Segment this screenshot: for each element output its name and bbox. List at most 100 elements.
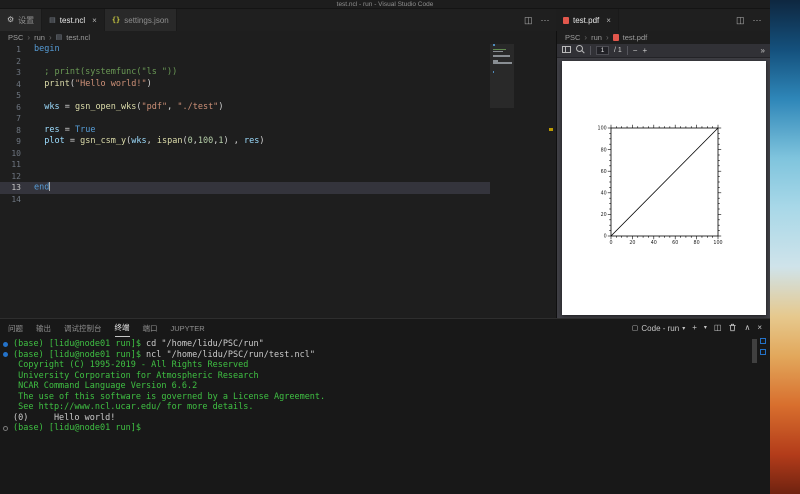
search-button[interactable] [576, 45, 585, 56]
code-editor[interactable]: 1 2 3 4 5 6 7 8 9 10 11 12 13 14 begin ; print(system… [0, 44, 556, 318]
line-number[interactable]: 12 [0, 171, 28, 183]
more-actions-icon[interactable]: ⋯ [753, 15, 762, 25]
code-line-12[interactable] [34, 171, 264, 183]
split-editor-icon[interactable]: ◫ [524, 15, 533, 25]
panel-tab-debug-console[interactable]: 调试控制台 [64, 320, 102, 337]
editor-group-actions: ◫ ⋯ [524, 9, 550, 31]
code-line-4[interactable]: print("Hello world!") [34, 79, 264, 91]
toolbar-overflow-button[interactable]: » [761, 46, 765, 55]
terminal-output[interactable]: (base) [lidu@node01 run]$ cd "/home/lidu… [0, 337, 770, 494]
breadcrumb-item-run[interactable]: run [591, 33, 602, 42]
panel-tab-problems[interactable]: 问题 [8, 320, 23, 337]
line-number[interactable]: 11 [0, 159, 28, 171]
panel-tab-terminal[interactable]: 终端 [114, 320, 130, 337]
code-token: , [167, 101, 178, 112]
sidebar-toggle-button[interactable] [562, 46, 571, 55]
json-icon: {} [111, 15, 121, 24]
code-line-5[interactable] [34, 90, 264, 102]
code-line-11[interactable] [34, 159, 264, 171]
code-token: 100 [197, 136, 214, 146]
code-token: , [146, 136, 157, 146]
line-number[interactable]: 8 [0, 125, 28, 137]
command-decoration-icon[interactable] [3, 341, 8, 347]
panel-tab-output[interactable]: 输出 [36, 320, 51, 337]
breadcrumb-item-test-pdf[interactable]: test.pdf [623, 33, 648, 42]
line-number[interactable]: 7 [0, 113, 28, 125]
line-number[interactable]: 3 [0, 67, 28, 79]
kill-terminal-icon[interactable] [728, 323, 737, 334]
code-line-8[interactable]: res = True [34, 125, 264, 137]
command-decoration-icon[interactable] [3, 352, 8, 357]
command-decoration-icon[interactable] [3, 425, 8, 431]
breadcrumb-item-run[interactable]: run [34, 33, 45, 42]
line-number[interactable]: 1 [0, 44, 28, 56]
tab-label: 设置 [18, 15, 35, 25]
minimap-slider[interactable] [490, 44, 514, 108]
line-number[interactable]: 2 [0, 56, 28, 68]
maximize-panel-icon[interactable]: ∧ [744, 324, 750, 332]
pdf-breadcrumbs: PSC › run › test.pdf [556, 31, 770, 44]
close-icon[interactable]: × [92, 16, 97, 25]
terminal-scrollbar[interactable] [752, 339, 757, 363]
terminal-line: (0) Hello world! [0, 413, 770, 424]
pdf-viewer[interactable]: 0 20 40 60 80 100 0 20 40 60 80 100 [557, 58, 770, 318]
code-token: = [64, 136, 81, 146]
code-line-13[interactable]: end [34, 182, 264, 194]
panel-tab-jupyter[interactable]: JUPYTER [171, 320, 205, 337]
tab-test-pdf[interactable]: test.pdf × [556, 9, 619, 31]
terminal-line: (base) [lidu@node01 run]$ [0, 423, 770, 434]
breadcrumb-item-psc[interactable]: PSC [8, 33, 23, 42]
tab-settings-json[interactable]: {} settings.json [104, 9, 177, 31]
tab-test-ncl[interactable]: ▤ test.ncl × [42, 9, 105, 31]
close-panel-icon[interactable]: × [757, 324, 762, 332]
terminal-dropdown-icon[interactable]: ▾ [704, 325, 707, 331]
split-editor-icon[interactable]: ◫ [736, 15, 745, 25]
svg-text:80: 80 [601, 147, 607, 153]
pdf-group-actions: ◫ ⋯ [736, 9, 762, 31]
code-line-14[interactable] [34, 194, 264, 206]
more-actions-icon[interactable]: ⋯ [541, 15, 550, 25]
minimap-line [493, 44, 495, 46]
desktop-wallpaper [770, 0, 800, 494]
close-icon[interactable]: × [606, 16, 611, 25]
code-token: ) [146, 78, 152, 89]
code-token: = [59, 101, 75, 112]
terminal-task-icon: ▢ [631, 325, 639, 332]
terminal-instance-tab[interactable]: ▢ Code - run ▾ [632, 324, 685, 333]
code-token: res [243, 136, 260, 146]
tab-label: test.ncl [59, 15, 86, 25]
titlebar[interactable]: test.ncl - run - Visual Studio Code [0, 0, 770, 9]
line-number[interactable]: 14 [0, 194, 28, 206]
line-number[interactable]: 9 [0, 136, 28, 148]
code-line-9[interactable]: plot = gsn_csm_y(wks, ispan(0,100,1) , r… [34, 136, 264, 148]
tab-settings[interactable]: ⚙ 设置 [0, 9, 43, 31]
search-icon [576, 45, 585, 54]
split-terminal-icon[interactable]: ◫ [714, 324, 722, 332]
svg-text:20: 20 [601, 212, 607, 218]
line-number[interactable]: 4 [0, 79, 28, 91]
line-number[interactable]: 5 [0, 90, 28, 102]
code-line-2[interactable] [34, 56, 264, 68]
pdf-file-icon [612, 34, 619, 41]
code-line-7[interactable] [34, 113, 264, 125]
panel-tab-label: 输出 [36, 323, 51, 333]
page-number-input[interactable] [596, 46, 609, 55]
breadcrumb-item-test-ncl[interactable]: test.ncl [66, 33, 90, 42]
code-line-1[interactable]: begin [34, 44, 264, 56]
pdf-page: 0 20 40 60 80 100 0 20 40 60 80 100 [562, 61, 766, 315]
terminal-instance-label: Code - run [641, 323, 680, 333]
minimap[interactable] [490, 44, 514, 214]
line-number[interactable]: 13 [0, 182, 28, 194]
code-line-3[interactable]: ; print(systemfunc("ls ")) [34, 67, 264, 79]
line-number[interactable]: 10 [0, 148, 28, 160]
code-line-10[interactable] [34, 148, 264, 160]
new-terminal-button[interactable]: + [692, 324, 697, 332]
panel-tab-ports[interactable]: 端口 [143, 320, 158, 337]
code-line-6[interactable]: wks = gsn_open_wks("pdf", "./test") [34, 102, 264, 114]
zoom-out-button[interactable]: − [633, 46, 638, 55]
line-number[interactable]: 6 [0, 102, 28, 114]
breadcrumb-item-psc[interactable]: PSC [565, 33, 580, 42]
zoom-in-button[interactable]: + [642, 46, 647, 55]
